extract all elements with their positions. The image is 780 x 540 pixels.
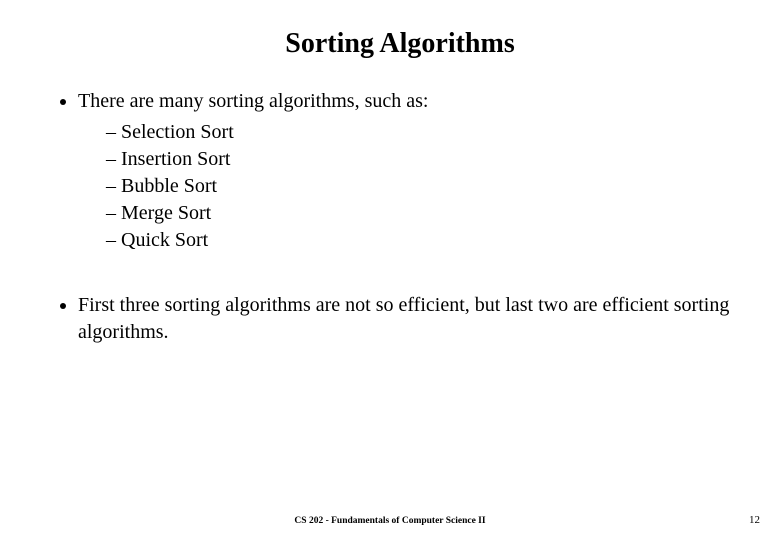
bullet-intro-text: There are many sorting algorithms, such … [78, 90, 428, 112]
sub-list: Selection Sort Insertion Sort Bubble Sor… [106, 119, 740, 254]
bullet-list-2: First three sorting algorithms are not s… [78, 292, 740, 346]
sub-item: Insertion Sort [106, 146, 740, 173]
footer: CS 202 - Fundamentals of Computer Scienc… [0, 516, 780, 526]
sub-item: Bubble Sort [106, 173, 740, 200]
sub-item: Selection Sort [106, 119, 740, 146]
slide: Sorting Algorithms There are many sortin… [0, 0, 780, 540]
slide-title: Sorting Algorithms [60, 28, 740, 60]
sub-item: Merge Sort [106, 200, 740, 227]
page-number: 12 [749, 514, 760, 526]
footer-course: CS 202 - Fundamentals of Computer Scienc… [0, 516, 780, 526]
bullet-note: First three sorting algorithms are not s… [78, 292, 740, 346]
bullet-list: There are many sorting algorithms, such … [78, 88, 740, 254]
bullet-intro: There are many sorting algorithms, such … [78, 88, 740, 254]
sub-item: Quick Sort [106, 227, 740, 254]
spacer [60, 260, 740, 292]
